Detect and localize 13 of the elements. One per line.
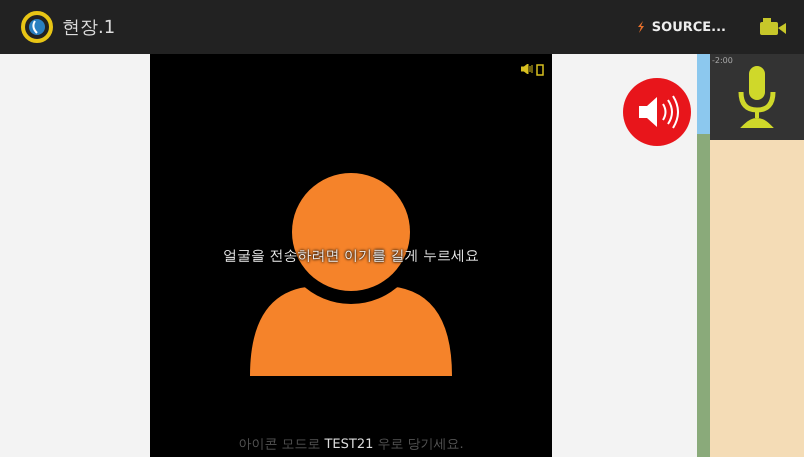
video-camera-icon (760, 18, 786, 36)
video-camera-button[interactable] (760, 18, 786, 36)
icon-mode-hint: 우로 당기세요. (377, 436, 464, 453)
microphone-button[interactable] (737, 66, 777, 128)
app-title: 현장.1 (62, 16, 116, 39)
caller-name: TEST21 (324, 436, 374, 452)
source-button[interactable]: SOURCE... (634, 20, 726, 34)
microphone-icon (737, 66, 777, 128)
logo-icon (20, 10, 54, 44)
icon-mode-hint: 아이콘 모드로 (238, 436, 320, 453)
speaker-icon (521, 64, 533, 74)
timer-label: -2:00 (712, 56, 733, 65)
phone-icon (536, 64, 544, 76)
